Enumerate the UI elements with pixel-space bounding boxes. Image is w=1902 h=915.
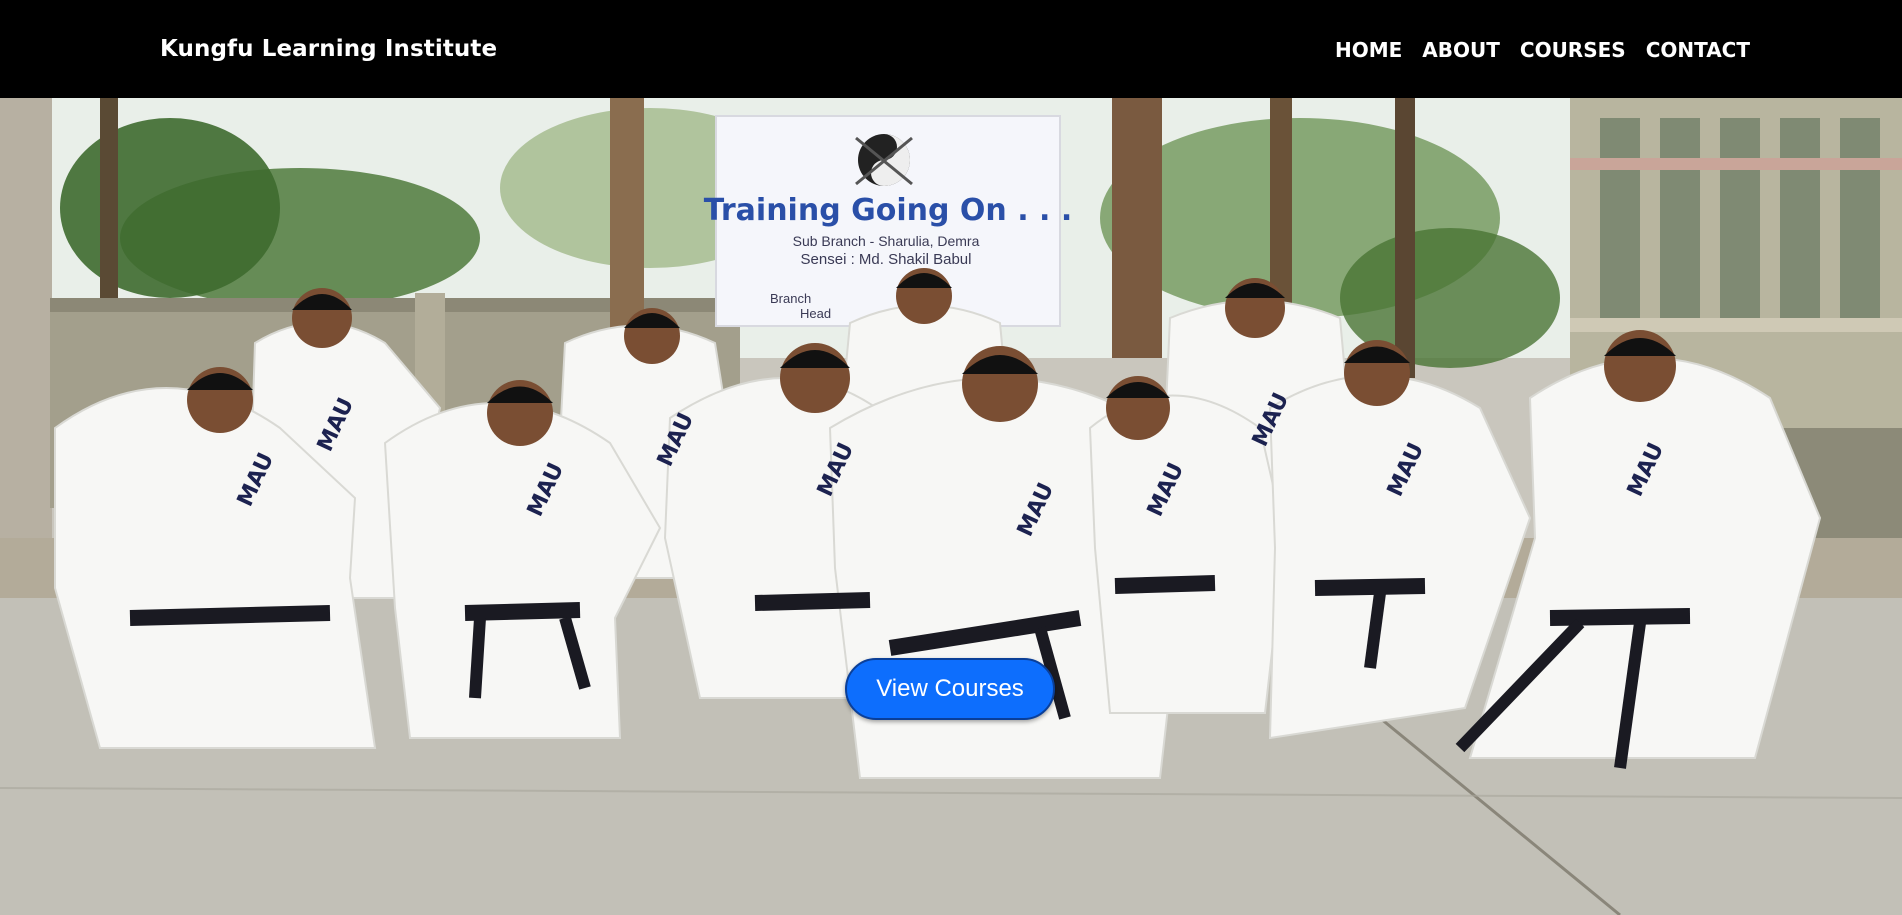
brand-logo-text[interactable]: Kungfu Learning Institute [160,36,497,62]
nav-link-contact[interactable]: CONTACT [1646,38,1750,62]
nav-link-courses[interactable]: COURSES [1520,38,1626,62]
nav-link-about[interactable]: ABOUT [1422,38,1500,62]
main-nav: HOME ABOUT COURSES CONTACT [1335,38,1750,62]
nav-link-home[interactable]: HOME [1335,38,1402,62]
hero-section: Training Going On . . . Sub Branch - Sha… [0,98,1902,915]
navbar: Kungfu Learning Institute HOME ABOUT COU… [0,0,1902,98]
hero-photo: Training Going On . . . Sub Branch - Sha… [0,98,1902,915]
view-courses-button[interactable]: View Courses [845,658,1055,720]
banner-line-2: Sensei : Md. Shakil Babul [801,251,972,268]
banner-line-1: Sub Branch - Sharulia, Demra [793,233,980,249]
banner-line-3: Branch [770,291,811,306]
training-banner: Training Going On . . . Sub Branch - Sha… [704,115,1073,327]
banner-title: Training Going On . . . [704,193,1073,228]
banner-line-4: Head [800,306,831,321]
